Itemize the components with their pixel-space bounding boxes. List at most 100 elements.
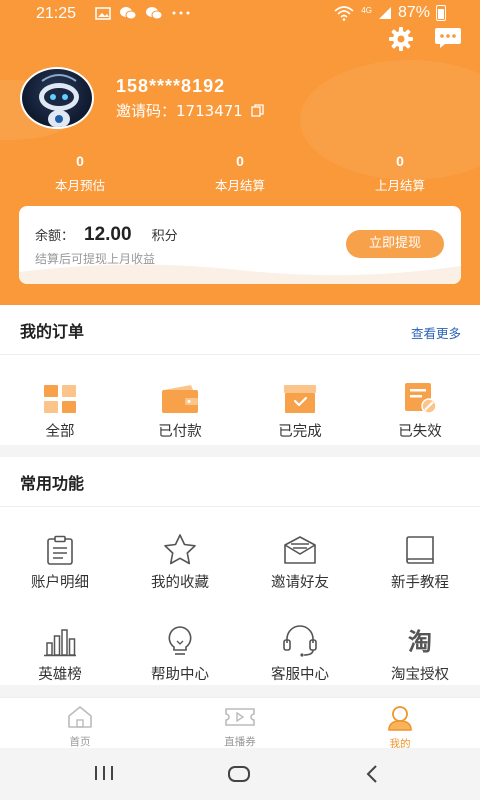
- func-leaderboard[interactable]: 英雄榜: [0, 617, 120, 684]
- more-dots-icon: [172, 11, 190, 15]
- balance-row: 余额： 12.00 积分: [35, 224, 178, 246]
- func-help-center[interactable]: 帮助中心: [120, 617, 240, 684]
- ticket-icon: [225, 708, 255, 726]
- header-actions: [388, 26, 462, 52]
- gallery-icon: [95, 6, 111, 20]
- battery-icon: [436, 5, 446, 21]
- function-row: 账户明细 我的收藏 邀请好友 新手教程: [0, 525, 480, 592]
- func-label: 邀请好友: [271, 575, 329, 591]
- order-grid: 全部 已付款 已完成 已失效: [0, 374, 480, 441]
- balance-unit: 积分: [151, 229, 178, 244]
- invite-code-value: 1713471: [176, 102, 243, 120]
- my-orders-section: 我的订单 查看更多 全部 已付款 已完成 已失效: [0, 305, 480, 445]
- stat-label: 上月结算: [374, 178, 425, 193]
- message-icon[interactable]: [434, 26, 462, 50]
- star-icon: [164, 534, 196, 565]
- withdraw-button[interactable]: 立即提现: [346, 230, 444, 258]
- stat-value: 0: [236, 153, 244, 169]
- wallet-icon: [162, 385, 198, 413]
- invite-code-row: 邀请码：1713471: [116, 100, 264, 121]
- lightbulb-icon: [168, 626, 192, 655]
- profile-header: 21:25 4G 87% 158****8192 邀请码：1713471 0 本…: [0, 0, 480, 305]
- earnings-stats: 0 本月预估 0 本月结算 0 上月结算: [0, 153, 480, 194]
- stat-last-month-settled[interactable]: 0 上月结算: [320, 153, 480, 194]
- avatar[interactable]: [20, 67, 94, 129]
- func-label: 账户明细: [31, 575, 89, 591]
- clipboard-icon: [47, 535, 73, 565]
- network-label: 4G: [361, 6, 372, 15]
- balance-note: 结算后可提现上月收益: [35, 252, 156, 266]
- status-time: 21:25: [36, 5, 77, 22]
- order-paid[interactable]: 已付款: [120, 374, 240, 441]
- section-title: 常用功能: [20, 474, 85, 493]
- stat-label: 本月结算: [214, 178, 265, 193]
- func-label: 我的收藏: [151, 575, 209, 591]
- func-account-details[interactable]: 账户明细: [0, 525, 120, 592]
- order-all[interactable]: 全部: [0, 374, 120, 441]
- battery-percent: 87%: [397, 4, 430, 21]
- func-favorites[interactable]: 我的收藏: [120, 525, 240, 592]
- status-right: 4G 87%: [333, 4, 446, 22]
- nav-label: 首页: [69, 736, 91, 748]
- system-nav-bar: [0, 748, 480, 800]
- doc-invalid-icon: [405, 383, 437, 414]
- bar-chart-icon: [44, 629, 76, 657]
- headset-icon: [283, 625, 317, 657]
- func-label: 帮助中心: [151, 667, 209, 683]
- order-label: 已付款: [158, 424, 202, 440]
- section-header: 我的订单 查看更多: [0, 305, 480, 355]
- signal-icon: [378, 7, 391, 19]
- grid-icon: [44, 385, 76, 413]
- common-functions-section: 常用功能 账户明细 我的收藏 邀请好友 新手教程 英雄榜 帮助中心 客服中心 淘…: [0, 457, 480, 685]
- gear-icon[interactable]: [388, 26, 414, 52]
- mail-icon: [284, 536, 316, 564]
- stat-value: 0: [396, 153, 404, 169]
- book-icon: [406, 536, 434, 564]
- nav-label: 直播券: [224, 736, 256, 748]
- wechat-icon: [146, 7, 163, 20]
- func-invite-friends[interactable]: 邀请好友: [240, 525, 360, 592]
- func-label: 淘宝授权: [391, 667, 449, 683]
- stat-month-estimate[interactable]: 0 本月预估: [0, 153, 160, 194]
- section-title: 我的订单: [20, 322, 85, 341]
- back-icon[interactable]: [364, 764, 380, 784]
- stat-value: 0: [76, 153, 84, 169]
- func-label: 客服中心: [271, 667, 329, 683]
- order-completed[interactable]: 已完成: [240, 374, 360, 441]
- function-row: 英雄榜 帮助中心 客服中心 淘 淘宝授权: [0, 617, 480, 684]
- func-taobao-auth[interactable]: 淘 淘宝授权: [360, 617, 480, 684]
- view-more-link[interactable]: 查看更多: [411, 323, 461, 342]
- order-invalid[interactable]: 已失效: [360, 374, 480, 441]
- func-label: 新手教程: [391, 575, 449, 591]
- func-label: 英雄榜: [38, 667, 82, 683]
- balance-label: 余额：: [35, 229, 75, 244]
- order-label: 已完成: [278, 424, 322, 440]
- func-tutorial[interactable]: 新手教程: [360, 525, 480, 592]
- order-label: 已失效: [398, 424, 442, 440]
- balance-card: 余额： 12.00 积分 结算后可提现上月收益 立即提现: [19, 206, 461, 284]
- nav-home[interactable]: 首页: [0, 698, 160, 748]
- taobao-icon: 淘: [408, 628, 432, 656]
- nav-live-ticket[interactable]: 直播券: [160, 698, 320, 748]
- stat-month-settled[interactable]: 0 本月结算: [160, 153, 320, 194]
- home-button-icon[interactable]: [227, 764, 251, 784]
- wifi-icon: [334, 6, 354, 21]
- home-icon: [68, 706, 92, 728]
- status-bar: 21:25 4G 87%: [0, 0, 480, 28]
- user-icon: [388, 706, 412, 731]
- bottom-nav: 首页 直播券 我的: [0, 697, 480, 750]
- invite-code-label: 邀请码：: [116, 102, 177, 120]
- func-customer-service[interactable]: 客服中心: [240, 617, 360, 684]
- copy-icon[interactable]: [251, 104, 264, 117]
- section-header: 常用功能: [0, 457, 480, 507]
- user-phone: 158****8192: [116, 76, 226, 96]
- robot-avatar-image: [39, 74, 79, 127]
- box-check-icon: [284, 385, 316, 413]
- wechat-icon: [120, 7, 137, 20]
- notification-icons: [95, 6, 191, 20]
- recent-apps-icon[interactable]: [93, 764, 115, 782]
- nav-mine[interactable]: 我的: [320, 698, 480, 750]
- stat-label: 本月预估: [54, 178, 105, 193]
- balance-amount: 12.00: [84, 224, 132, 245]
- order-label: 全部: [45, 424, 75, 440]
